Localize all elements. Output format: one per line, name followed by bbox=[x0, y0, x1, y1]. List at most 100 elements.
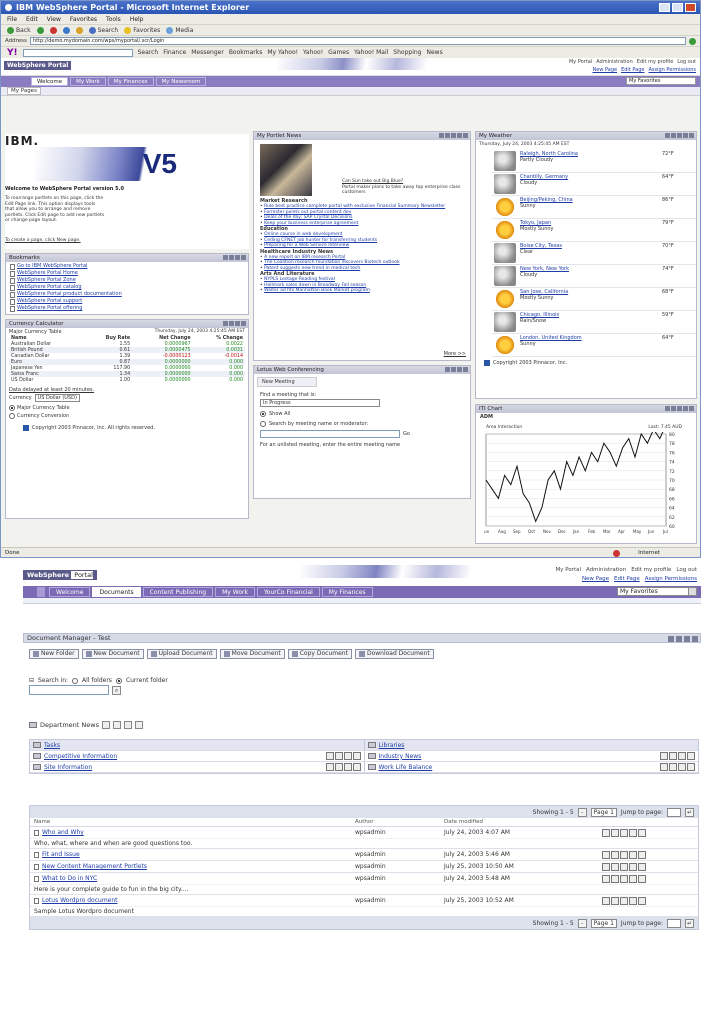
bookmark-item[interactable]: WebSphere Portal offering bbox=[10, 305, 244, 312]
news-link[interactable]: Deals of the day: SAP Crystal Decisions bbox=[264, 215, 352, 220]
doc-link[interactable]: What to Do in NYC bbox=[42, 875, 97, 882]
move-document-button[interactable]: Move Document bbox=[219, 649, 285, 659]
move-icon[interactable] bbox=[687, 752, 695, 760]
news-link[interactable]: Hallmark sales down in Broadway Fall sea… bbox=[264, 283, 366, 288]
yahoo-logo[interactable]: Y! bbox=[7, 48, 18, 58]
radio-conversion[interactable] bbox=[9, 413, 15, 419]
checkout-icon[interactable] bbox=[611, 896, 619, 905]
up-folder-icon[interactable] bbox=[134, 721, 143, 729]
subfolder-cell[interactable]: Work Life Balance bbox=[365, 762, 699, 772]
properties-icon[interactable] bbox=[620, 828, 628, 837]
col-author[interactable]: Author bbox=[355, 819, 444, 825]
news-item[interactable]: • Walter ad fits Manhattan Book Market p… bbox=[260, 288, 465, 294]
address-input[interactable]: http://demo.mydomain.com/wps/myportal/.s… bbox=[29, 37, 686, 45]
properties-icon[interactable] bbox=[669, 763, 677, 771]
radio-all-folders[interactable] bbox=[72, 677, 79, 684]
yahoo-shopping[interactable]: Shopping bbox=[393, 49, 421, 56]
edit-icon[interactable] bbox=[325, 752, 334, 760]
subfolder-cell[interactable]: Competitive Information bbox=[30, 751, 365, 761]
menu-help[interactable]: Help bbox=[130, 16, 144, 23]
favorites-select[interactable]: My Favorites bbox=[626, 77, 696, 85]
delete-icon[interactable] bbox=[638, 828, 646, 837]
download-document-button[interactable]: Download Document bbox=[354, 649, 434, 659]
subfolder-link[interactable]: Industry News bbox=[379, 753, 422, 760]
copy-icon[interactable] bbox=[629, 850, 637, 859]
copy-icon[interactable] bbox=[629, 862, 637, 871]
search-expand-icon[interactable]: ⊟ bbox=[29, 677, 34, 684]
bookmark-item[interactable]: Go to IBM WebSphere Portal bbox=[10, 263, 244, 270]
delete-icon[interactable] bbox=[638, 874, 646, 883]
edit-folder-icon[interactable] bbox=[101, 721, 110, 729]
subfolder-cell[interactable]: Industry News bbox=[365, 751, 699, 761]
tab-my-finances[interactable]: My Finances bbox=[107, 77, 154, 86]
delete-icon[interactable] bbox=[638, 896, 646, 905]
edit-icon[interactable] bbox=[660, 763, 668, 771]
bookmark-item[interactable]: WebSphere Portal Home bbox=[10, 270, 244, 277]
properties-icon[interactable] bbox=[334, 752, 343, 760]
back-button[interactable]: Back bbox=[7, 26, 31, 34]
delete-icon[interactable] bbox=[343, 763, 352, 771]
bookmark-link[interactable]: WebSphere Portal Home bbox=[17, 270, 78, 277]
jump-go-button[interactable]: ↵ bbox=[685, 807, 694, 817]
checkout-icon[interactable] bbox=[611, 850, 619, 859]
move-icon[interactable] bbox=[352, 763, 361, 771]
edit-icon[interactable] bbox=[602, 828, 610, 837]
properties-icon[interactable] bbox=[620, 862, 628, 871]
yahoo-bookmarks[interactable]: Bookmarks bbox=[229, 49, 263, 56]
doc-link[interactable]: Fit and Issue bbox=[42, 851, 80, 858]
link-assign-permissions-2[interactable]: Assign Permissions bbox=[645, 576, 697, 582]
link-new-page[interactable]: New Page bbox=[592, 67, 617, 73]
search-icon[interactable]: ⌕ bbox=[112, 686, 121, 695]
link-administration-2[interactable]: Administration bbox=[586, 567, 626, 573]
bookmark-link[interactable]: WebSphere Portal product documentation bbox=[17, 291, 122, 298]
go-icon[interactable] bbox=[689, 37, 696, 45]
favorites-select-2[interactable]: My Favorites bbox=[617, 587, 697, 596]
col-date[interactable]: Date modified bbox=[444, 819, 602, 825]
link-log-out-2[interactable]: Log out bbox=[676, 567, 697, 573]
news-link[interactable]: Online course in web development bbox=[264, 232, 342, 237]
link-assign-permissions[interactable]: Assign Permissions bbox=[648, 67, 696, 73]
tab-welcome[interactable]: Welcome bbox=[31, 77, 69, 86]
edit-icon[interactable] bbox=[602, 862, 610, 871]
news-link[interactable]: Walter ad fits Manhattan Book Market pro… bbox=[264, 288, 370, 293]
bookmark-item[interactable]: WebSphere Portal support bbox=[10, 298, 244, 305]
menu-edit[interactable]: Edit bbox=[26, 16, 38, 23]
delete-icon[interactable] bbox=[638, 862, 646, 871]
yahoo-search-input[interactable] bbox=[22, 48, 133, 57]
doc-link[interactable]: New Content Management Portlets bbox=[42, 863, 147, 870]
radio-major-table[interactable] bbox=[9, 405, 15, 411]
home-icon[interactable] bbox=[75, 26, 83, 34]
subfolder-link[interactable]: Site Information bbox=[44, 764, 92, 771]
minimize-button[interactable] bbox=[659, 3, 670, 12]
tab-welcome-2[interactable]: Welcome bbox=[49, 587, 91, 597]
dm-search-input[interactable] bbox=[29, 685, 109, 695]
link-my-portal[interactable]: My Portal bbox=[569, 59, 592, 65]
yahoo-news[interactable]: News bbox=[426, 49, 442, 56]
edit-icon[interactable] bbox=[602, 850, 610, 859]
edit-icon[interactable] bbox=[325, 763, 334, 771]
bookmark-item[interactable]: WebSphere Portal product documentation bbox=[10, 291, 244, 298]
tab-my-work[interactable]: My Work bbox=[70, 77, 106, 86]
maximize-button[interactable] bbox=[672, 3, 683, 12]
news-link[interactable]: A new report on IBM research Portal bbox=[264, 255, 345, 260]
copy-icon[interactable] bbox=[629, 874, 637, 883]
bookmark-item[interactable]: WebSphere Portal catalog bbox=[10, 284, 244, 291]
tab-content-publishing[interactable]: Content Publishing bbox=[142, 587, 214, 597]
subfolder-cell[interactable]: Libraries bbox=[365, 740, 699, 750]
checkout-icon[interactable] bbox=[611, 874, 619, 883]
doc-link[interactable]: Who and Why bbox=[42, 829, 84, 836]
link-edit-page-2[interactable]: Edit Page bbox=[614, 576, 640, 582]
bookmark-link[interactable]: WebSphere Portal support bbox=[17, 298, 82, 305]
subfolder-cell[interactable]: Tasks bbox=[30, 740, 365, 750]
favorites-button[interactable]: Favorites bbox=[124, 26, 160, 34]
link-my-portal-2[interactable]: My Portal bbox=[555, 567, 581, 573]
link-administration[interactable]: Administration bbox=[596, 59, 633, 65]
forward-arrow-icon[interactable] bbox=[36, 26, 44, 34]
refresh-icon[interactable] bbox=[62, 26, 70, 34]
properties-icon[interactable] bbox=[620, 896, 628, 905]
welcome-footer[interactable]: To create a page, click New page. bbox=[5, 238, 81, 244]
delete-icon[interactable] bbox=[678, 752, 686, 760]
link-edit-page[interactable]: Edit Page bbox=[621, 67, 644, 73]
bookmark-link[interactable]: WebSphere Portal Zone bbox=[17, 277, 76, 284]
checkout-icon[interactable] bbox=[611, 862, 619, 871]
